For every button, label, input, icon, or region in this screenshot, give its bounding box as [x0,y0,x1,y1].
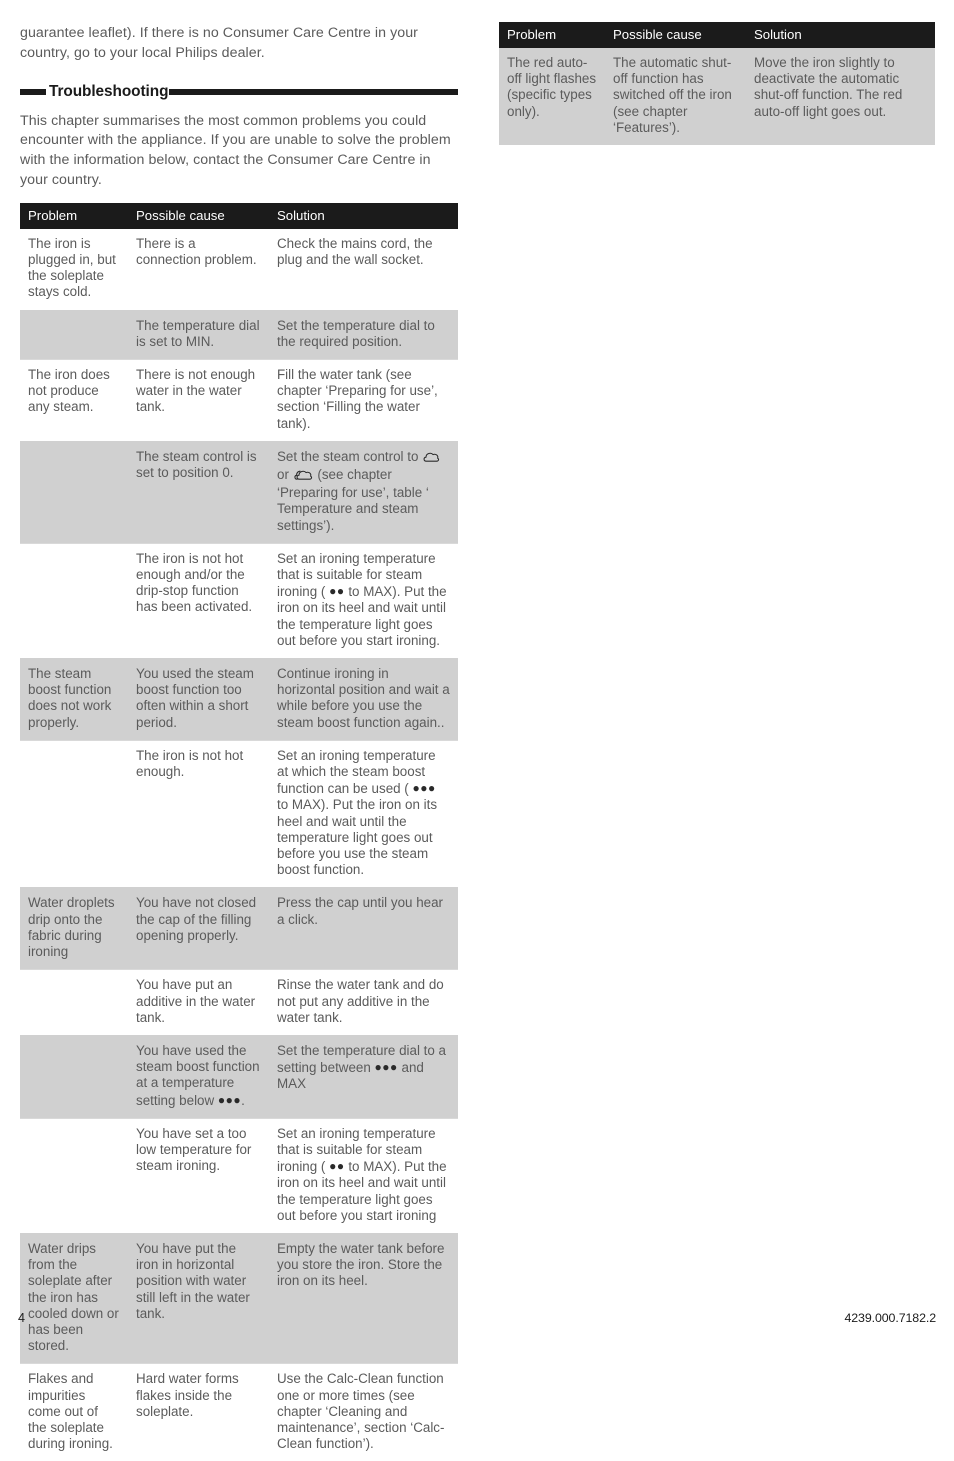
table-row: You have used the steam boost function a… [20,1034,458,1119]
cell-problem: Flakes and impurities come out of the so… [20,1363,128,1461]
cell-solution: Empty the water tank before you store th… [269,1232,458,1364]
cell-problem: The steam boost function does not work p… [20,658,128,741]
document-page: guarantee leaflet). If there is no Consu… [0,0,954,1461]
column-header-problem: Problem [20,202,128,229]
cell-cause: Hard water forms flakes inside the solep… [128,1363,269,1461]
cell-solution: Set the temperature dial to the required… [269,309,458,360]
table-row: You have set a too low temperature for s… [20,1117,458,1234]
column-header-problem: Problem [499,22,605,48]
solution-text-pre: Set the steam control to [277,448,423,464]
cell-solution: Fill the water tank (see chapter ‘Prepar… [269,359,458,442]
table-row: The iron is not hot enough and/or the dr… [20,542,458,659]
cell-problem [20,440,128,544]
page-footer: 4 4239.000.7182.2 [0,1311,954,1327]
cell-problem [20,739,128,888]
table-row: The iron is plugged in, but the soleplat… [20,228,458,311]
cell-solution: Set an ironing temperature that is suita… [269,1117,458,1234]
table-row: You have put an additive in the water ta… [20,969,458,1036]
table-header-row: Problem Possible cause Solution [20,202,458,229]
intro-paragraph: guarantee leaflet). If there is no Consu… [20,25,418,61]
page-number: 4 [18,1311,26,1325]
cell-cause: You have put the iron in horizontal posi… [128,1232,269,1364]
cell-solution: Set an ironing temperature at which the … [269,739,458,888]
document-code: 4239.000.7182.2 [844,1311,936,1325]
cell-cause: You have put an additive in the water ta… [128,969,269,1036]
solution-text-mid: or [277,467,293,483]
cell-solution: Move the iron slightly to deactivate the… [746,48,935,146]
cause-text-post: . [241,1092,245,1108]
cell-problem: The red auto-off light flashes (specific… [499,48,605,146]
cell-solution: Set the steam control to or (see chapter… [269,440,458,544]
cell-solution: Set the temperature dial to a setting be… [269,1034,458,1119]
column-header-solution: Solution [269,202,458,229]
cell-solution: Use the Calc-Clean function one or more … [269,1363,458,1461]
column-header-solution: Solution [746,22,935,48]
table-row: The iron does not produce any steam. The… [20,359,458,442]
steam-single-icon [423,451,440,467]
cell-cause: The automatic shut-off function has swit… [605,48,746,146]
cell-problem: Water droplets drip onto the fabric duri… [20,887,128,970]
cell-problem [20,969,128,1036]
cell-cause: The steam control is set to position 0. [128,440,269,544]
table-row: Water drips from the soleplate after the… [20,1232,458,1364]
cell-cause: The iron is not hot enough. [128,739,269,888]
cell-cause: The iron is not hot enough and/or the dr… [128,542,269,659]
cell-cause: There is not enough water in the water t… [128,359,269,442]
table-row: The red auto-off light flashes (specific… [499,48,935,146]
cell-solution: Press the cap until you hear a click. [269,887,458,970]
cell-problem: The iron is plugged in, but the soleplat… [20,228,128,311]
cell-cause: The temperature dial is set to MIN. [128,309,269,360]
cell-solution: Check the mains cord, the plug and the w… [269,228,458,311]
heading-rule-right-icon [169,89,458,96]
temperature-dots-icon: ●● [329,584,345,599]
table-row: Water droplets drip onto the fabric duri… [20,887,458,970]
cell-solution: Continue ironing in horizontal position … [269,658,458,741]
table-head: Problem Possible cause Solution [499,22,935,48]
cell-solution: Rinse the water tank and do not put any … [269,969,458,1036]
section-heading-troubleshooting: Troubleshooting [20,83,458,101]
cell-solution: Set an ironing temperature that is suita… [269,542,458,659]
left-column: guarantee leaflet). If there is no Consu… [20,24,458,1461]
cell-problem [20,1117,128,1234]
table-header-row: Problem Possible cause Solution [499,22,935,48]
column-header-possible-cause: Possible cause [128,202,269,229]
troubleshooting-table-left: Problem Possible cause Solution The iron… [20,202,458,1461]
troubleshooting-table-right: Problem Possible cause Solution The red … [499,22,935,146]
temperature-dots-icon: ●●● [217,1092,242,1107]
temperature-dots-icon: ●● [329,1159,345,1174]
temperature-dots-icon: ●●● [374,1060,398,1075]
temperature-dots-icon: ●●● [412,781,436,796]
solution-text-post: to MAX). Put the iron on its heel and wa… [277,797,438,878]
column-header-possible-cause: Possible cause [605,22,746,48]
cell-cause: You have set a too low temperature for s… [128,1117,269,1234]
cell-cause: You have used the steam boost function a… [128,1034,269,1119]
cell-problem: Water drips from the soleplate after the… [20,1232,128,1364]
cell-problem [20,542,128,659]
table-row: Flakes and impurities come out of the so… [20,1363,458,1461]
table-row: The iron is not hot enough. Set an ironi… [20,739,458,888]
heading-rule-left-icon [20,89,46,96]
section-paragraph: This chapter summarises the most common … [20,112,451,188]
cell-problem [20,309,128,360]
table-row: The temperature dial is set to MIN. Set … [20,309,458,360]
cell-problem: The iron does not produce any steam. [20,359,128,442]
table-body-left: The iron is plugged in, but the soleplat… [20,228,458,1461]
page-title: Troubleshooting [49,83,169,101]
cell-cause: There is a connection problem. [128,228,269,311]
cell-cause: You used the steam boost function too of… [128,658,269,741]
table-row: The steam boost function does not work p… [20,658,458,741]
table-body-right: The red auto-off light flashes (specific… [499,48,935,146]
table-head: Problem Possible cause Solution [20,202,458,229]
cell-problem [20,1034,128,1119]
steam-double-icon [294,469,313,485]
cell-cause: You have not closed the cap of the filli… [128,887,269,970]
right-column: Problem Possible cause Solution The red … [499,22,935,146]
table-row: The steam control is set to position 0. … [20,440,458,544]
